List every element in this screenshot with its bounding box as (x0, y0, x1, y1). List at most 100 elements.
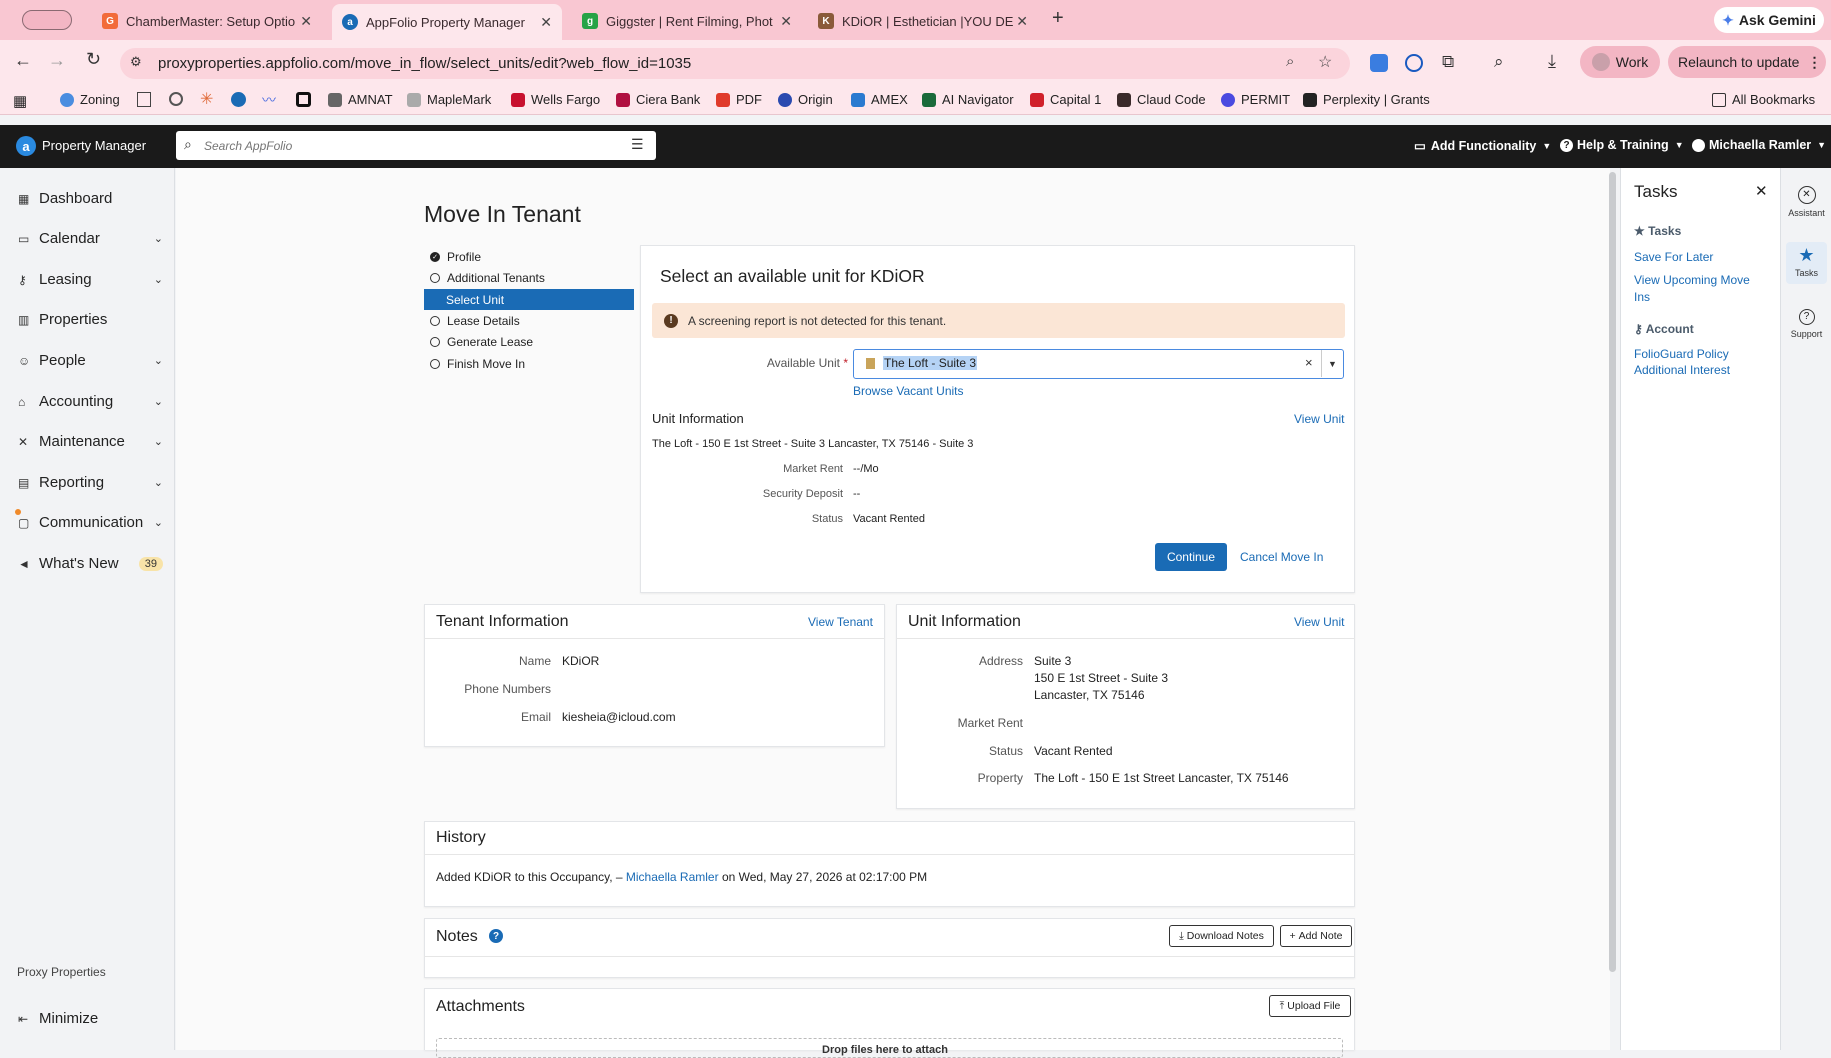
step-profile[interactable]: ✓ Profile (430, 250, 481, 264)
search-filter-icon[interactable]: ☰ (631, 136, 644, 153)
view-unit-link[interactable]: View Unit (1294, 412, 1344, 426)
sidebar-item-accounting[interactable]: ⌂ Accounting ⌄ (18, 393, 163, 410)
clear-selection-icon[interactable]: × (1305, 355, 1313, 370)
save-for-later-link[interactable]: Save For Later (1634, 250, 1713, 264)
help-training-menu[interactable]: ? Help & Training ▼ (1560, 138, 1684, 152)
sidebar-item-calendar[interactable]: ▭ Calendar ⌄ (18, 230, 163, 247)
step-generate-lease[interactable]: Generate Lease (430, 335, 533, 349)
upload-file-button[interactable]: ⤒ Upload File (1269, 995, 1351, 1017)
extensions-puzzle-icon[interactable]: ⧉ (1442, 52, 1454, 72)
tab-search-icon[interactable] (22, 10, 72, 30)
appfolio-logo-icon[interactable]: a (16, 136, 36, 156)
browser-tab-active[interactable]: a AppFolio Property Manager ✕ (332, 4, 562, 40)
view-upcoming-move-ins-link[interactable]: View Upcoming Move Ins (1634, 272, 1764, 306)
download-notes-button[interactable]: ⤓ Download Notes (1169, 925, 1274, 947)
zoom-icon[interactable]: ⌕ (1286, 53, 1294, 70)
close-tab-icon[interactable]: ✕ (540, 14, 552, 31)
site-info-icon[interactable]: ⚙ (130, 54, 142, 70)
close-tab-icon[interactable]: ✕ (300, 13, 312, 30)
notes-help-icon[interactable]: ? (489, 929, 503, 943)
bookmark-item[interactable]: PERMIT (1221, 92, 1290, 107)
back-icon[interactable]: ← (14, 50, 32, 71)
bookmark-item[interactable]: AMEX (851, 92, 908, 107)
close-tab-icon[interactable]: ✕ (780, 13, 792, 30)
download-icon[interactable]: ⤓ (1548, 51, 1556, 72)
app-search-box[interactable]: ⌕ ☰ (176, 131, 656, 160)
main-scrollbar[interactable] (1609, 172, 1616, 972)
extension-icon[interactable] (1370, 54, 1388, 72)
history-user-link[interactable]: Michaella Ramler (626, 870, 719, 884)
close-panel-icon[interactable]: ✕ (1755, 182, 1768, 200)
wave-bookmark-icon[interactable]: 〰 (262, 90, 276, 110)
sidebar-item-people[interactable]: ☺ People ⌄ (18, 352, 163, 369)
file-drop-zone[interactable]: Drop files here to attach (436, 1038, 1343, 1058)
close-tab-icon[interactable]: ✕ (1016, 13, 1028, 30)
support-button[interactable]: ? Support (1781, 309, 1831, 339)
available-unit-select[interactable]: The Loft - Suite 3 × ▼ (853, 349, 1344, 379)
work-profile-button[interactable]: Work (1580, 46, 1660, 78)
step-lease-details[interactable]: Lease Details (430, 314, 520, 328)
relaunch-button[interactable]: Relaunch to update ⋮ (1668, 46, 1826, 78)
step-finish-move-in[interactable]: Finish Move In (430, 357, 525, 371)
assistant-button[interactable]: ✕ Assistant (1781, 186, 1831, 218)
appfolio-bookmark-icon[interactable] (231, 92, 246, 107)
view-tenant-link[interactable]: View Tenant (808, 615, 873, 629)
browse-vacant-units-link[interactable]: Browse Vacant Units (853, 384, 964, 398)
warning-text: A screening report is not detected for t… (688, 313, 947, 328)
apps-grid-icon[interactable]: ▦ (13, 92, 27, 110)
tasks-rail-button[interactable]: ★ Tasks (1786, 242, 1827, 284)
bookmark-item[interactable]: MapleMark (407, 92, 491, 107)
sidebar-item-communication[interactable]: ▢ Communication ⌄ (18, 514, 163, 531)
bookmark-item[interactable]: Origin (778, 92, 833, 107)
user-menu[interactable]: Michaella Ramler ▼ (1692, 138, 1826, 152)
add-note-button[interactable]: + Add Note (1280, 925, 1352, 947)
sidebar-item-whats-new[interactable]: ◄ What's New 39 (18, 555, 163, 572)
search-input[interactable] (204, 136, 604, 155)
step-select-unit[interactable]: Select Unit (424, 289, 634, 310)
browser-tab[interactable]: K KDiOR | Esthetician |YOU DE ✕ (808, 6, 1038, 36)
square-bookmark-icon[interactable] (296, 92, 311, 107)
view-unit-link[interactable]: View Unit (1294, 615, 1344, 629)
minimize-sidebar-button[interactable]: ⇤ Minimize (18, 1010, 163, 1027)
browser-tab[interactable]: g Giggster | Rent Filming, Phot ✕ (572, 6, 802, 36)
bookmark-item[interactable]: Claud Code (1117, 92, 1206, 107)
folioguard-policy-link[interactable]: FolioGuard Policy Additional Interest (1634, 346, 1744, 378)
bookmark-item[interactable]: Wells Fargo (511, 92, 600, 107)
sidebar-item-label: Accounting (39, 393, 114, 410)
sidebar-item-dashboard[interactable]: ▦ Dashboard (18, 190, 163, 207)
sidebar-item-properties[interactable]: ▥ Properties (18, 311, 163, 328)
cancel-move-in-link[interactable]: Cancel Move In (1240, 550, 1323, 564)
reload-icon[interactable]: ↻ (86, 49, 101, 70)
ask-gemini-button[interactable]: ✦ Ask Gemini (1714, 7, 1824, 33)
continue-button[interactable]: Continue (1155, 543, 1227, 571)
add-functionality-menu[interactable]: ▭ Add Functionality ▼ (1414, 138, 1551, 154)
app-logo-text[interactable]: Property Manager (42, 138, 146, 153)
bookmark-item[interactable]: Zoning (60, 92, 120, 107)
chatgpt-bookmark-icon[interactable] (169, 92, 183, 106)
card-divider (896, 638, 1355, 639)
bookmark-star-icon[interactable]: ☆ (1318, 52, 1332, 72)
sidebar-item-maintenance[interactable]: ✕ Maintenance ⌄ (18, 433, 163, 450)
bookmark-item[interactable]: Capital 1 (1030, 92, 1101, 107)
sidebar-item-reporting[interactable]: ▤ Reporting ⌄ (18, 474, 163, 491)
password-manager-icon[interactable] (1405, 54, 1423, 72)
bookmark-item[interactable]: AI Navigator (922, 92, 1014, 107)
forward-icon[interactable]: → (48, 50, 66, 71)
calculator-bookmark-icon[interactable] (137, 92, 151, 107)
claud-code-bookmark-icon (1117, 92, 1131, 107)
new-tab-icon[interactable]: + (1052, 7, 1064, 30)
browser-tab[interactable]: G ChamberMaster: Setup Optio ✕ (92, 6, 322, 36)
sidebar-item-leasing[interactable]: ⚷ Leasing ⌄ (18, 271, 163, 288)
bookmark-item[interactable]: Ciera Bank (616, 92, 700, 107)
bookmark-item[interactable]: AMNAT (328, 92, 393, 107)
claude-bookmark-icon[interactable]: ✳ (200, 89, 213, 109)
step-additional-tenants[interactable]: Additional Tenants (430, 271, 545, 285)
tab-search-toolbar-icon[interactable]: ⌕ (1494, 52, 1504, 72)
bookmark-label: Capital 1 (1050, 92, 1102, 107)
dropdown-caret-icon[interactable]: ▼ (1321, 350, 1343, 377)
all-bookmarks[interactable]: All Bookmarks (1712, 92, 1815, 107)
bookmark-item[interactable]: PDF (716, 92, 762, 107)
bookmark-item[interactable]: Perplexity | Grants (1303, 92, 1430, 107)
menu-kebab-icon[interactable]: ⋮ (1807, 54, 1821, 71)
grid-icon: ▦ (18, 191, 30, 206)
